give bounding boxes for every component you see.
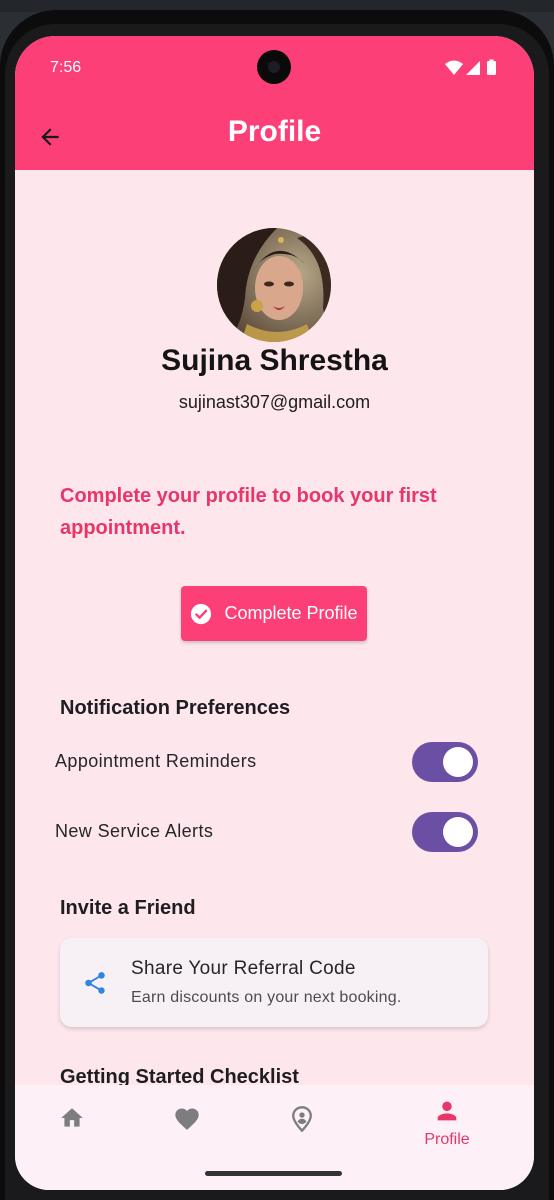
nav-home[interactable]	[32, 1085, 112, 1175]
complete-profile-button[interactable]: Complete Profile	[181, 586, 367, 641]
new-service-alerts-toggle[interactable]	[412, 812, 478, 852]
page-title: Profile	[227, 115, 322, 148]
toggle-knob	[443, 817, 473, 847]
invite-friend-title: Invite a Friend	[60, 897, 196, 919]
home-icon	[61, 1108, 83, 1127]
avatar-photo	[217, 228, 331, 342]
appointment-reminders-toggle[interactable]	[412, 742, 478, 782]
status-icons	[445, 59, 496, 75]
heart-icon	[175, 1108, 199, 1130]
home-indicator[interactable]	[205, 1171, 342, 1176]
nav-profile[interactable]: Profile	[407, 1085, 487, 1175]
share-icon	[85, 972, 105, 994]
status-time: 7:56	[50, 59, 82, 76]
nav-favorites[interactable]	[147, 1085, 227, 1175]
referral-card-subtitle: Earn discounts on your next booking.	[131, 989, 402, 1006]
app-header: 7:56 Profile	[15, 36, 534, 170]
toggle-knob	[443, 747, 473, 777]
person-icon	[437, 1101, 457, 1121]
nav-locations[interactable]	[262, 1085, 342, 1175]
user-name: Sujina Shrestha	[161, 344, 388, 377]
appointment-reminders-label: Appointment Reminders	[55, 751, 257, 771]
complete-profile-button-label: Complete Profile	[224, 603, 358, 623]
complete-profile-message: Complete your profile to book your first…	[60, 485, 437, 539]
referral-card-title: Share Your Referral Code	[131, 958, 356, 979]
notification-preferences-title: Notification Preferences	[60, 697, 291, 719]
app-screen: 7:56 Profile Sujina Shrestha sujinast307…	[15, 36, 534, 1190]
front-camera	[257, 50, 291, 84]
user-email: sujinast307@gmail.com	[178, 392, 371, 412]
wifi-icon	[445, 60, 463, 75]
battery-icon	[487, 61, 496, 75]
avatar	[217, 228, 331, 342]
new-service-alerts-label: New Service Alerts	[55, 821, 214, 841]
referral-card[interactable]: Share Your Referral Code Earn discounts …	[60, 938, 488, 1027]
nav-profile-label: Profile	[424, 1131, 470, 1148]
location-person-icon	[292, 1106, 312, 1133]
check-circle-icon	[191, 603, 212, 624]
signal-icon	[466, 61, 480, 75]
